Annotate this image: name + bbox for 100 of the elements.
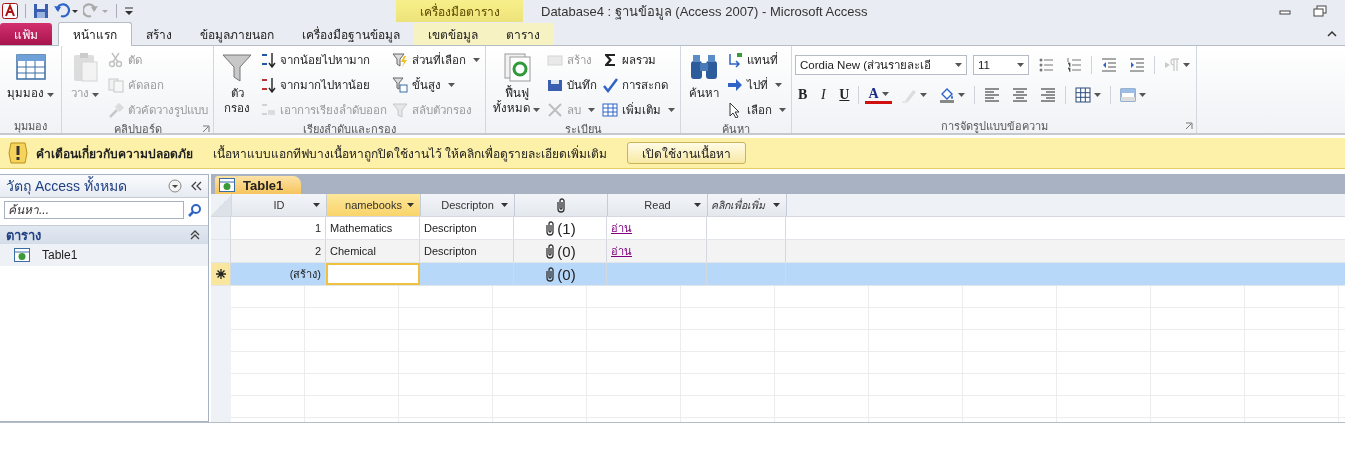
ribbon-button[interactable]: ค้นหา: [684, 49, 724, 103]
ribbon-tab[interactable]: สร้าง: [132, 23, 186, 45]
table-grid-icon: [602, 102, 618, 118]
cell-text: Mathematics: [330, 222, 393, 234]
ribbon-button[interactable]: บันทึก: [547, 74, 599, 96]
column-header[interactable]: namebooks: [327, 194, 421, 216]
ribbon-tab[interactable]: ตาราง: [492, 23, 554, 45]
caret-icon: [773, 203, 780, 207]
ribbon-button[interactable]: ขั้นสูง: [392, 74, 482, 96]
document-tab[interactable]: Table1: [215, 176, 302, 194]
caret-icon: [1017, 63, 1024, 67]
navigation-item[interactable]: Table1: [0, 244, 208, 266]
ribbon-tab[interactable]: เครื่องมือฐานข้อมูล: [288, 23, 414, 45]
caret-icon: [694, 203, 701, 207]
attachment-count: (1): [557, 219, 576, 237]
security-warning-message: เนื้อหาแบบแอกทีฟบางเนื้อหาถูกปิดใช้งานไว้ ให้คลิกเพื่อดูรายละเอียดเพิ่มเติม: [213, 144, 608, 163]
format-button[interactable]: B: [795, 84, 811, 106]
gridlines-icon: [1074, 87, 1091, 103]
paperclip-icon: [555, 197, 567, 213]
search-icon[interactable]: [188, 203, 202, 217]
dropdown-field[interactable]: Cordia New (ส่วนรายละเอี: [795, 55, 967, 75]
align-right-icon: [1039, 87, 1056, 103]
ribbon-tab[interactable]: เขตข้อมูล: [414, 23, 492, 45]
cell-text: Descripton: [424, 245, 477, 257]
cell-text: Chemical: [330, 245, 376, 257]
window-title: Database4 : ฐานข้อมูล (Access 2007) - Microsoft Access: [541, 2, 868, 22]
row-selector[interactable]: [211, 263, 231, 285]
sigma-icon: [602, 52, 618, 68]
group-label: ระเบียน: [564, 121, 602, 137]
ribbon-button[interactable]: ตัว กรอง: [217, 49, 257, 118]
format-button[interactable]: I: [816, 84, 831, 106]
ribbon-button[interactable]: จากมากไปหาน้อย: [260, 74, 389, 96]
collapse-ribbon-icon[interactable]: [1327, 30, 1337, 38]
dropdown-circle-icon[interactable]: [168, 179, 182, 193]
ribbon-button[interactable]: มุมมอง: [3, 49, 58, 103]
paperclip-icon: [544, 266, 557, 282]
sort-descending-icon: [260, 77, 276, 93]
collapse-pane-icon[interactable]: [190, 181, 202, 191]
caret-icon: [313, 203, 320, 207]
decrease-indent-icon: [1101, 57, 1117, 73]
security-warning-title: คำเตือนเกี่ยวกับความปลอดภัย: [36, 144, 193, 163]
ribbon-tab[interactable]: ข้อมูลภายนอก: [186, 23, 288, 45]
right-arrow-icon: [727, 77, 743, 93]
ribbon-tab[interactable]: หน้าแรก: [58, 22, 132, 46]
format-button[interactable]: A: [865, 86, 892, 104]
column-header[interactable]: คลิกเพื่อเพิ่ม: [708, 194, 787, 216]
filter-form-icon: [392, 77, 408, 93]
ribbon-button[interactable]: การสะกด: [602, 74, 677, 96]
app-icon[interactable]: [2, 3, 18, 19]
hyperlink[interactable]: อ่าน: [611, 242, 632, 260]
replace-icon: [727, 52, 743, 68]
dialog-launcher-icon[interactable]: [202, 125, 210, 133]
filter-lightning-icon: [392, 52, 408, 68]
column-header[interactable]: ID: [232, 194, 327, 216]
group-label: มุมมอง: [14, 118, 47, 135]
group-label: ค้นหา: [722, 121, 750, 137]
format-button[interactable]: U: [836, 84, 853, 106]
group-label: เรียงลำดับและกรอง: [303, 121, 396, 137]
bulleted-list-icon: [1038, 57, 1054, 73]
column-header[interactable]: Read: [608, 194, 708, 216]
ribbon-button[interactable]: เพิ่มเติม: [602, 99, 677, 121]
funnel-icon: [392, 102, 408, 118]
ribbon-button[interactable]: จากน้อยไปหามาก: [260, 49, 389, 71]
collapse-chevron-icon: [190, 230, 200, 240]
new-record-icon: [215, 269, 226, 279]
paragraph-direction-icon: [1164, 57, 1180, 73]
save-icon[interactable]: [33, 3, 49, 19]
copy-icon: [108, 77, 124, 93]
ribbon-button[interactable]: แทนที่: [727, 49, 788, 71]
caret-icon: [501, 203, 508, 207]
search-field[interactable]: ค้นหา...: [4, 201, 184, 219]
clear-sort-icon: [260, 102, 276, 118]
numbered-list-icon: [1066, 57, 1082, 73]
ribbon-button[interactable]: ส่วนที่เลือก: [392, 49, 482, 71]
file-tab[interactable]: แฟ้ม: [0, 23, 52, 45]
sort-ascending-icon: [260, 52, 276, 68]
hyperlink[interactable]: อ่าน: [611, 219, 632, 237]
highlighter-icon: [900, 87, 917, 103]
ribbon-button[interactable]: เลือก: [727, 99, 788, 121]
align-left-icon: [983, 87, 1000, 103]
group-label: การจัดรูปแบบข้อความ: [940, 118, 1048, 135]
dialog-launcher-icon[interactable]: [1185, 122, 1193, 130]
save-icon: [547, 77, 563, 93]
restore-icon[interactable]: [1313, 5, 1327, 17]
cell-text: (สร้าง): [289, 267, 321, 282]
warning-icon: [8, 142, 28, 164]
column-header[interactable]: Descripton: [421, 194, 515, 216]
scissors-icon: [108, 52, 124, 68]
ribbon-button[interactable]: ฟื้นฟู ทั้งหมด: [489, 49, 544, 118]
ribbon-button[interactable]: ไปที่: [727, 74, 788, 96]
ribbon-button[interactable]: ผลรวม: [602, 49, 677, 71]
dropdown-field[interactable]: 11: [973, 55, 1029, 75]
paperclip-icon: [544, 243, 557, 259]
navigation-group-header[interactable]: ตาราง: [0, 225, 208, 244]
undo-icon[interactable]: [53, 3, 79, 19]
enable-content-button[interactable]: เปิดใช้งานเนื้อหา: [627, 142, 747, 164]
column-header[interactable]: [515, 194, 608, 216]
attachment-count: (0): [557, 242, 576, 260]
table-icon: [219, 178, 235, 192]
group-label: คลิปบอร์ด: [113, 121, 162, 137]
